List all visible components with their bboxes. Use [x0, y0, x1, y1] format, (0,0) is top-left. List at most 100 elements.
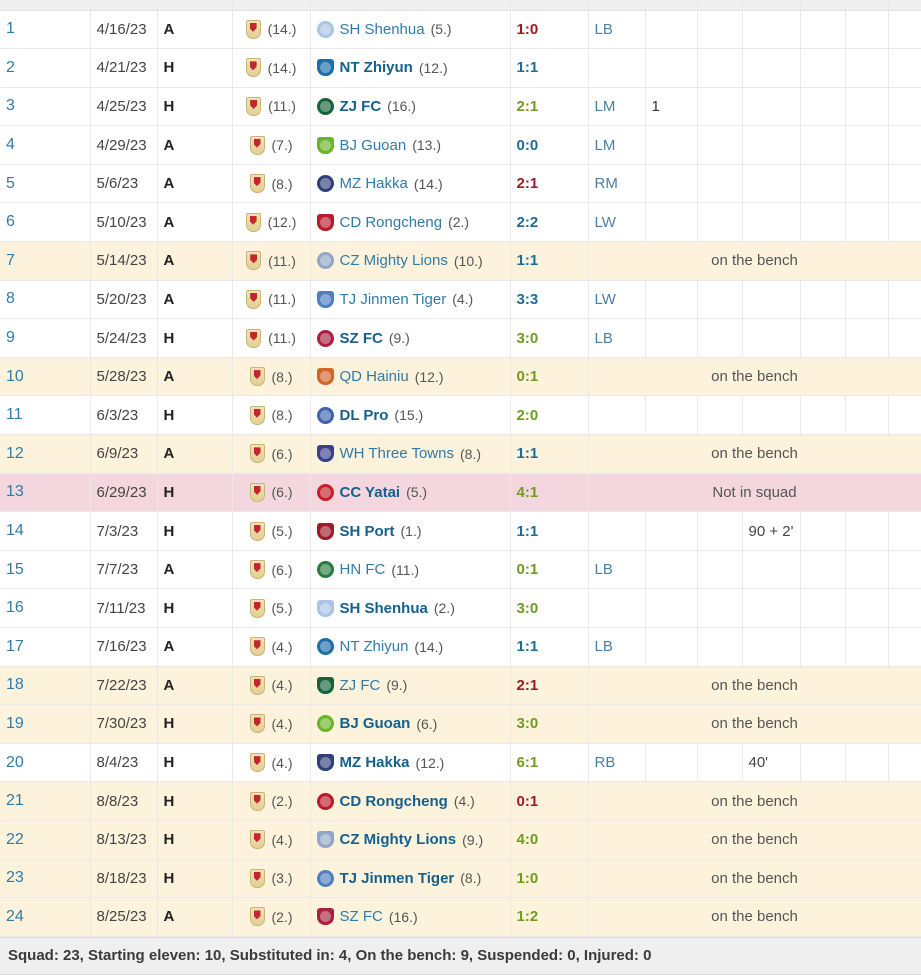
opponent-name-link[interactable]: DL Pro — [340, 407, 389, 424]
cell-own-goals — [742, 318, 801, 358]
table-row[interactable]: 55/6/23A(8.)MZ Hakka(14.)2:1RM62' — [0, 164, 921, 204]
opponent-name-link[interactable]: SZ FC — [340, 330, 383, 347]
match-result-link[interactable]: 1:1 — [517, 252, 539, 269]
own-club-rank: (2.) — [271, 908, 293, 925]
match-result-link[interactable]: 2:2 — [517, 214, 539, 231]
table-row[interactable]: 65/10/23A(12.)CD Rongcheng(2.)2:2LW45' — [0, 202, 921, 243]
opponent-name-link[interactable]: CZ Mighty Lions — [340, 252, 448, 269]
opponent-rank: (16.) — [388, 908, 418, 925]
match-result-link[interactable]: 1:0 — [517, 870, 539, 887]
table-row[interactable]: 7 5/14/23 A (11.) CZ Mighty Lions (10.) 1:1 on … — [0, 241, 921, 281]
match-date: 7/7/23 — [96, 561, 139, 579]
cell-matchday: 18 — [0, 666, 91, 706]
table-row[interactable]: 14/16/23A(14.)SH Shenhua(5.)1:0LB72' — [0, 10, 921, 50]
opponent-name-link[interactable]: CC Yatai — [340, 484, 401, 501]
cell-result: 2:0 — [510, 395, 589, 436]
match-result-link[interactable]: 6:1 — [517, 754, 539, 771]
match-result-link[interactable]: 4:0 — [517, 831, 539, 848]
cell-date: 5/24/23 — [90, 318, 158, 358]
opponent-name-link[interactable]: CD Rongcheng — [340, 214, 443, 231]
table-row[interactable]: 19 7/30/23 H (4.) BJ Guoan (6.) 3:0 on the benc… — [0, 704, 921, 744]
opponent-rank: (14.) — [414, 638, 444, 655]
cell-position: LM — [588, 125, 646, 165]
opponent-name-link[interactable]: MZ Hakka — [340, 754, 410, 771]
opponent-name-link[interactable]: CD Rongcheng — [340, 793, 448, 810]
cell-position: LW — [588, 280, 646, 320]
player-status-text: Not in squad — [712, 483, 797, 501]
match-result-link[interactable]: 2:0 — [517, 407, 539, 424]
table-row[interactable]: 208/4/23H(4.)MZ Hakka(12.)6:1RB40'45' — [0, 743, 921, 783]
table-row[interactable]: 167/11/23H(5.)SH Shenhua(2.)3:024' — [0, 588, 921, 628]
cell-home-away: H — [157, 588, 233, 628]
match-result-link[interactable]: 3:0 — [517, 600, 539, 617]
table-row[interactable]: 24/21/23H(14.)NT Zhiyun(12.)1:124' — [0, 48, 921, 88]
match-result-link[interactable]: 1:1 — [517, 523, 539, 540]
opponent-name-link[interactable]: BJ Guoan — [340, 137, 407, 154]
opponent-name-link[interactable]: NT Zhiyun — [340, 638, 409, 655]
table-row[interactable]: 10 5/28/23 A (8.) QD Hainiu (12.) 0:1 on the be… — [0, 357, 921, 397]
cell-result: 1:1 — [510, 627, 589, 667]
match-result-link[interactable]: 3:0 — [517, 330, 539, 347]
table-row[interactable]: 147/3/23H(5.)SH Port(1.)1:190 + 2'24' — [0, 511, 921, 551]
opponent-name-link[interactable]: TJ Jinmen Tiger — [340, 870, 455, 887]
match-result-link[interactable]: 0:1 — [517, 561, 539, 578]
table-row[interactable]: 24 8/25/23 A (2.) SZ FC (16.) 1:2 on the bench — [0, 897, 921, 937]
table-row[interactable]: 34/25/23H(11.)ZJ FC(16.)2:1LM183' — [0, 87, 921, 127]
match-result-link[interactable]: 2:1 — [517, 98, 539, 115]
opponent-name-link[interactable]: BJ Guoan — [340, 715, 411, 732]
table-row[interactable]: 95/24/23H(11.)SZ FC(9.)3:0LB78' — [0, 318, 921, 358]
opponent-crest-icon — [316, 97, 334, 115]
cell-opponent: ZJ FC (16.) — [310, 87, 511, 127]
match-result-link[interactable]: 3:3 — [517, 291, 539, 308]
cell-own-club: (8.) — [232, 395, 311, 436]
cell-red-card — [888, 87, 921, 127]
table-row[interactable]: 12 6/9/23 A (6.) WH Three Towns (8.) 1:1 on the… — [0, 434, 921, 474]
table-row[interactable]: 13 6/29/23 H (6.) CC Yatai (5.) 4:1 Not in squa… — [0, 473, 921, 513]
match-result-link[interactable]: 1:0 — [517, 21, 539, 38]
opponent-name-link[interactable]: MZ Hakka — [340, 175, 408, 192]
match-result-link[interactable]: 1:2 — [517, 908, 539, 925]
match-result-link[interactable]: 2:1 — [517, 677, 539, 694]
opponent-name-link[interactable]: SZ FC — [340, 908, 383, 925]
opponent-name-link[interactable]: HN FC — [340, 561, 386, 578]
opponent-name-link[interactable]: SH Shenhua — [340, 600, 428, 617]
match-result-link[interactable]: 2:1 — [517, 175, 539, 192]
matchday-number: 22 — [6, 830, 24, 848]
table-row[interactable]: 157/7/23A(6.)HN FC(11.)0:1LB90' — [0, 550, 921, 590]
opponent-crest-icon — [316, 676, 334, 694]
table-row[interactable]: 23 8/18/23 H (3.) TJ Jinmen Tiger (8.) 1:0 on t… — [0, 859, 921, 899]
table-row[interactable]: 116/3/23H(8.)DL Pro(15.)2:018' — [0, 395, 921, 436]
match-result-link[interactable]: 4:1 — [517, 484, 539, 501]
match-result-link[interactable]: 1:1 — [517, 638, 539, 655]
table-row[interactable]: 85/20/23A(11.)TJ Jinmen Tiger(4.)3:3LW70… — [0, 280, 921, 320]
cell-home-away: H — [157, 318, 233, 358]
opponent-name-link[interactable]: SH Shenhua — [340, 21, 425, 38]
table-row[interactable]: 21 8/8/23 H (2.) CD Rongcheng (4.) 0:1 on the b… — [0, 781, 921, 821]
opponent-name-link[interactable]: TJ Jinmen Tiger — [340, 291, 447, 308]
player-status-text: on the bench — [711, 445, 798, 463]
cell-result: 1:1 — [510, 241, 589, 281]
match-result-link[interactable]: 0:1 — [517, 368, 539, 385]
opponent-name-link[interactable]: SH Port — [340, 523, 395, 540]
cell-date: 8/13/23 — [90, 820, 158, 860]
opponent-name-link[interactable]: ZJ FC — [340, 98, 382, 115]
table-row[interactable]: 44/29/23A(7.)BJ Guoan(13.)0:0LM77' — [0, 125, 921, 165]
match-result-link[interactable]: 0:1 — [517, 793, 539, 810]
match-result-link[interactable]: 1:1 — [517, 445, 539, 462]
opponent-name-link[interactable]: CZ Mighty Lions — [340, 831, 457, 848]
match-result-link[interactable]: 1:1 — [517, 59, 539, 76]
header-cell-position — [588, 0, 646, 11]
table-row[interactable]: 18 7/22/23 A (4.) ZJ FC (9.) 2:1 on the bench — [0, 666, 921, 706]
cell-result: 1:1 — [510, 434, 589, 474]
opponent-name-link[interactable]: NT Zhiyun — [340, 59, 413, 76]
opponent-name-link[interactable]: ZJ FC — [340, 677, 381, 694]
match-date: 7/22/23 — [96, 676, 147, 694]
match-result-link[interactable]: 0:0 — [517, 137, 539, 154]
opponent-name-link[interactable]: QD Hainiu — [340, 368, 409, 385]
match-result-link[interactable]: 3:0 — [517, 715, 539, 732]
cell-matchday: 19 — [0, 704, 91, 744]
table-row[interactable]: 177/16/23A(4.)NT Zhiyun(14.)1:1LB45' — [0, 627, 921, 667]
opponent-name-link[interactable]: WH Three Towns — [340, 445, 455, 462]
table-row[interactable]: 22 8/13/23 H (4.) CZ Mighty Lions (9.) 4:0 on t… — [0, 820, 921, 860]
cell-own-goals — [742, 280, 801, 320]
